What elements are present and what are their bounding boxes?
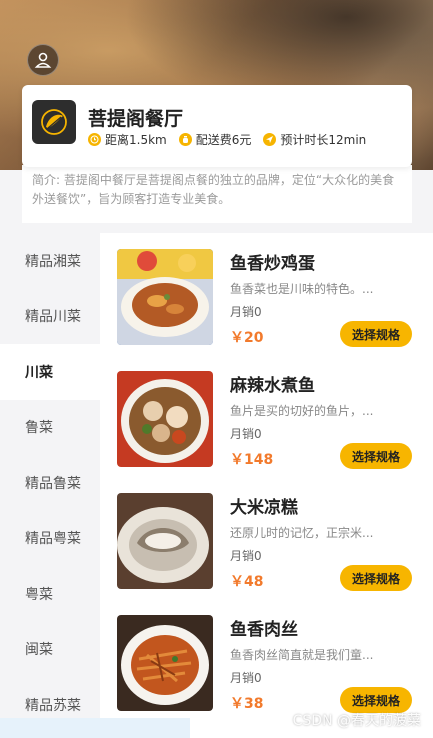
delivery-fee-text: 配送费6元 [195,133,252,147]
category-sidebar: 精品湘菜 精品川菜 川菜 鲁菜 精品鲁菜 精品粤菜 粤菜 闽菜 精品苏菜 [0,233,100,738]
dish-desc: 鱼香菜也是川味的特色。... [230,282,374,296]
distance-text: 距离1.5km [105,133,167,147]
dish-image [117,249,213,345]
dish-item[interactable]: 大米凉糕 还原儿时的记忆，正宗米... 月销0 ￥48 选择规格 [100,477,433,597]
category-item-chuancai[interactable]: 川菜 [0,344,100,400]
select-spec-button[interactable]: 选择规格 [340,443,412,469]
watermark: CSDN @春天的菠菜 [292,713,421,729]
eta-info: 预计时长12min [263,131,366,148]
dish-desc: 鱼香肉丝简直就是我们童... [230,648,374,662]
dish-name: 麻辣水煮鱼 [230,376,315,396]
dish-desc: 还原儿时的记忆，正宗米... [230,526,374,540]
category-item-yuecai[interactable]: 粤菜 [0,566,100,622]
dish-sales: 月销0 [230,427,262,441]
delivery-fee-info: 配送费6元 [178,131,252,148]
dish-name: 鱼香炒鸡蛋 [230,254,315,274]
dish-item[interactable]: 鱼香炒鸡蛋 鱼香菜也是川味的特色。... 月销0 ￥20 选择规格 [100,233,433,353]
eta-text: 预计时长12min [280,133,367,147]
distance-info: 距离1.5km [88,131,167,148]
dish-name: 大米凉糕 [230,498,298,518]
dish-sales: 月销0 [230,305,262,319]
money-bag-icon [178,133,192,146]
category-item-jingpin-xiangcai[interactable]: 精品湘菜 [0,233,100,289]
shop-intro: 简介: 菩提阁中餐厅是菩提阁点餐的独立的品牌，定位“大众化的美食外送餐饮”，旨为… [32,173,395,206]
dish-desc: 鱼片是买的切好的鱼片，... [230,404,374,418]
navigation-icon [263,133,277,146]
category-item-lucai[interactable]: 鲁菜 [0,400,100,456]
shop-info-card: 菩提阁餐厅 距离1.5km 配送费6元 预计时长12min [22,85,412,167]
dish-list: 鱼香炒鸡蛋 鱼香菜也是川味的特色。... 月销0 ￥20 选择规格 麻辣水煮鱼 … [100,233,433,738]
user-avatar-button[interactable] [27,44,59,76]
dish-name: 鱼香肉丝 [230,620,298,640]
category-item-jingpin-lucai[interactable]: 精品鲁菜 [0,455,100,511]
dish-sales: 月销0 [230,549,262,563]
dish-item[interactable]: 鱼香肉丝 鱼香肉丝简直就是我们童... 月销0 ￥38 选择规格 [100,599,433,719]
dish-price: ￥148 [230,452,274,468]
dish-price: ￥48 [230,574,264,590]
user-icon [34,52,52,68]
shop-name: 菩提阁餐厅 [88,108,184,130]
shop-meta: 距离1.5km 配送费6元 预计时长12min [88,131,366,148]
dish-price: ￥38 [230,696,264,712]
select-spec-button[interactable]: 选择规格 [340,565,412,591]
clock-icon [88,133,101,146]
category-item-jingpin-yuecai[interactable]: 精品粤菜 [0,511,100,567]
dish-image [117,493,213,589]
shop-intro-section: 简介: 菩提阁中餐厅是菩提阁点餐的独立的品牌，定位“大众化的美食外送餐饮”，旨为… [22,165,412,223]
bodhi-leaf-logo-icon [41,109,67,135]
dish-sales: 月销0 [230,671,262,685]
dish-image [117,371,213,467]
shop-logo [32,100,76,144]
dish-item[interactable]: 麻辣水煮鱼 鱼片是买的切好的鱼片，... 月销0 ￥148 选择规格 [100,355,433,475]
category-item-jingpin-chuancai[interactable]: 精品川菜 [0,289,100,345]
dish-price: ￥20 [230,330,264,346]
select-spec-button[interactable]: 选择规格 [340,321,412,347]
dish-image [117,615,213,711]
bottom-cart-bar[interactable] [0,718,190,738]
category-item-mincai[interactable]: 闽菜 [0,622,100,678]
